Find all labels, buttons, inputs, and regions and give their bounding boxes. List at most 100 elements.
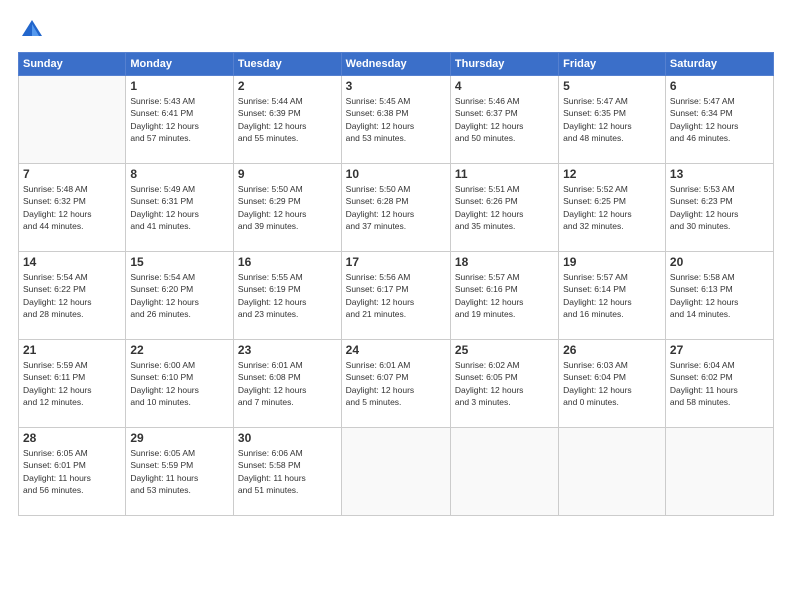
day-info: Sunrise: 6:01 AMSunset: 6:07 PMDaylight:… (346, 359, 446, 408)
day-cell: 6 Sunrise: 5:47 AMSunset: 6:34 PMDaylight… (665, 76, 773, 164)
day-cell (559, 428, 666, 516)
day-number: 4 (455, 79, 554, 93)
weekday-header: Monday (126, 53, 234, 76)
day-info: Sunrise: 5:51 AMSunset: 6:26 PMDaylight:… (455, 183, 554, 232)
week-row: 1 Sunrise: 5:43 AMSunset: 6:41 PMDaylight… (19, 76, 774, 164)
day-info: Sunrise: 5:50 AMSunset: 6:28 PMDaylight:… (346, 183, 446, 232)
day-cell: 22 Sunrise: 6:00 AMSunset: 6:10 PMDayligh… (126, 340, 234, 428)
day-number: 13 (670, 167, 769, 181)
day-cell: 26Sunrise: 6:03 AMSunset: 6:04 PMDayligh… (559, 340, 666, 428)
day-info: Sunrise: 6:06 AMSunset: 5:58 PMDaylight:… (238, 447, 337, 496)
header (18, 16, 774, 44)
day-cell: 5Sunrise: 5:47 AMSunset: 6:35 PMDaylight… (559, 76, 666, 164)
day-number: 15 (130, 255, 229, 269)
day-cell (450, 428, 558, 516)
day-number: 2 (238, 79, 337, 93)
day-cell: 10 Sunrise: 5:50 AMSunset: 6:28 PMDayligh… (341, 164, 450, 252)
week-row: 28 Sunrise: 6:05 AMSunset: 6:01 PMDayligh… (19, 428, 774, 516)
day-cell: 28 Sunrise: 6:05 AMSunset: 6:01 PMDayligh… (19, 428, 126, 516)
day-number: 9 (238, 167, 337, 181)
day-cell: 13 Sunrise: 5:53 AMSunset: 6:23 PMDayligh… (665, 164, 773, 252)
day-number: 19 (563, 255, 661, 269)
weekday-header: Wednesday (341, 53, 450, 76)
day-info: Sunrise: 5:49 AMSunset: 6:31 PMDaylight:… (130, 183, 229, 232)
day-number: 29 (130, 431, 229, 445)
day-cell: 23 Sunrise: 6:01 AMSunset: 6:08 PMDayligh… (233, 340, 341, 428)
day-info: Sunrise: 5:50 AMSunset: 6:29 PMDaylight:… (238, 183, 337, 232)
day-number: 20 (670, 255, 769, 269)
day-cell: 30Sunrise: 6:06 AMSunset: 5:58 PMDayligh… (233, 428, 341, 516)
day-cell: 29 Sunrise: 6:05 AMSunset: 5:59 PMDayligh… (126, 428, 234, 516)
day-info: Sunrise: 5:55 AMSunset: 6:19 PMDaylight:… (238, 271, 337, 320)
weekday-header: Saturday (665, 53, 773, 76)
day-number: 7 (23, 167, 121, 181)
day-cell: 15 Sunrise: 5:54 AMSunset: 6:20 PMDayligh… (126, 252, 234, 340)
day-info: Sunrise: 5:43 AMSunset: 6:41 PMDaylight:… (130, 95, 229, 144)
day-info: Sunrise: 5:54 AMSunset: 6:22 PMDaylight:… (23, 271, 121, 320)
day-cell: 25 Sunrise: 6:02 AMSunset: 6:05 PMDayligh… (450, 340, 558, 428)
day-cell: 4Sunrise: 5:46 AMSunset: 6:37 PMDaylight… (450, 76, 558, 164)
day-cell: 8 Sunrise: 5:49 AMSunset: 6:31 PMDaylight… (126, 164, 234, 252)
day-info: Sunrise: 6:05 AMSunset: 6:01 PMDaylight:… (23, 447, 121, 496)
day-number: 16 (238, 255, 337, 269)
day-info: Sunrise: 5:57 AMSunset: 6:16 PMDaylight:… (455, 271, 554, 320)
day-cell: 27 Sunrise: 6:04 AMSunset: 6:02 PMDayligh… (665, 340, 773, 428)
day-info: Sunrise: 5:57 AMSunset: 6:14 PMDaylight:… (563, 271, 661, 320)
day-cell: 16 Sunrise: 5:55 AMSunset: 6:19 PMDayligh… (233, 252, 341, 340)
day-info: Sunrise: 6:05 AMSunset: 5:59 PMDaylight:… (130, 447, 229, 496)
day-cell: 20 Sunrise: 5:58 AMSunset: 6:13 PMDayligh… (665, 252, 773, 340)
day-cell: 9 Sunrise: 5:50 AMSunset: 6:29 PMDaylight… (233, 164, 341, 252)
day-info: Sunrise: 5:53 AMSunset: 6:23 PMDaylight:… (670, 183, 769, 232)
weekday-header-row: SundayMondayTuesdayWednesdayThursdayFrid… (19, 53, 774, 76)
day-cell (19, 76, 126, 164)
day-cell: 12 Sunrise: 5:52 AMSunset: 6:25 PMDayligh… (559, 164, 666, 252)
logo-icon (18, 16, 46, 44)
day-info: Sunrise: 5:45 AMSunset: 6:38 PMDaylight:… (346, 95, 446, 144)
day-number: 18 (455, 255, 554, 269)
day-number: 14 (23, 255, 121, 269)
day-number: 28 (23, 431, 121, 445)
day-info: Sunrise: 6:04 AMSunset: 6:02 PMDaylight:… (670, 359, 769, 408)
day-info: Sunrise: 5:58 AMSunset: 6:13 PMDaylight:… (670, 271, 769, 320)
week-row: 14 Sunrise: 5:54 AMSunset: 6:22 PMDayligh… (19, 252, 774, 340)
weekday-header: Friday (559, 53, 666, 76)
weekday-header: Tuesday (233, 53, 341, 76)
logo (18, 16, 50, 44)
day-info: Sunrise: 5:54 AMSunset: 6:20 PMDaylight:… (130, 271, 229, 320)
day-cell: 18 Sunrise: 5:57 AMSunset: 6:16 PMDayligh… (450, 252, 558, 340)
day-number: 12 (563, 167, 661, 181)
day-number: 8 (130, 167, 229, 181)
day-info: Sunrise: 5:47 AMSunset: 6:34 PMDaylight:… (670, 95, 769, 144)
day-info: Sunrise: 5:44 AMSunset: 6:39 PMDaylight:… (238, 95, 337, 144)
day-number: 25 (455, 343, 554, 357)
week-row: 21Sunrise: 5:59 AMSunset: 6:11 PMDayligh… (19, 340, 774, 428)
day-info: Sunrise: 5:48 AMSunset: 6:32 PMDaylight:… (23, 183, 121, 232)
day-info: Sunrise: 6:02 AMSunset: 6:05 PMDaylight:… (455, 359, 554, 408)
day-number: 17 (346, 255, 446, 269)
day-cell: 14 Sunrise: 5:54 AMSunset: 6:22 PMDayligh… (19, 252, 126, 340)
day-number: 27 (670, 343, 769, 357)
day-number: 11 (455, 167, 554, 181)
day-cell: 3Sunrise: 5:45 AMSunset: 6:38 PMDaylight… (341, 76, 450, 164)
day-number: 22 (130, 343, 229, 357)
day-number: 10 (346, 167, 446, 181)
day-number: 21 (23, 343, 121, 357)
day-info: Sunrise: 5:52 AMSunset: 6:25 PMDaylight:… (563, 183, 661, 232)
week-row: 7 Sunrise: 5:48 AMSunset: 6:32 PMDaylight… (19, 164, 774, 252)
day-number: 6 (670, 79, 769, 93)
day-info: Sunrise: 5:56 AMSunset: 6:17 PMDaylight:… (346, 271, 446, 320)
day-cell: 19 Sunrise: 5:57 AMSunset: 6:14 PMDayligh… (559, 252, 666, 340)
day-info: Sunrise: 6:03 AMSunset: 6:04 PMDaylight:… (563, 359, 661, 408)
day-cell (665, 428, 773, 516)
weekday-header: Sunday (19, 53, 126, 76)
day-cell: 21Sunrise: 5:59 AMSunset: 6:11 PMDayligh… (19, 340, 126, 428)
day-cell: 7 Sunrise: 5:48 AMSunset: 6:32 PMDaylight… (19, 164, 126, 252)
day-number: 1 (130, 79, 229, 93)
day-number: 23 (238, 343, 337, 357)
day-info: Sunrise: 6:00 AMSunset: 6:10 PMDaylight:… (130, 359, 229, 408)
day-cell: 2 Sunrise: 5:44 AMSunset: 6:39 PMDaylight… (233, 76, 341, 164)
day-number: 5 (563, 79, 661, 93)
day-cell: 11 Sunrise: 5:51 AMSunset: 6:26 PMDayligh… (450, 164, 558, 252)
day-cell (341, 428, 450, 516)
day-info: Sunrise: 6:01 AMSunset: 6:08 PMDaylight:… (238, 359, 337, 408)
